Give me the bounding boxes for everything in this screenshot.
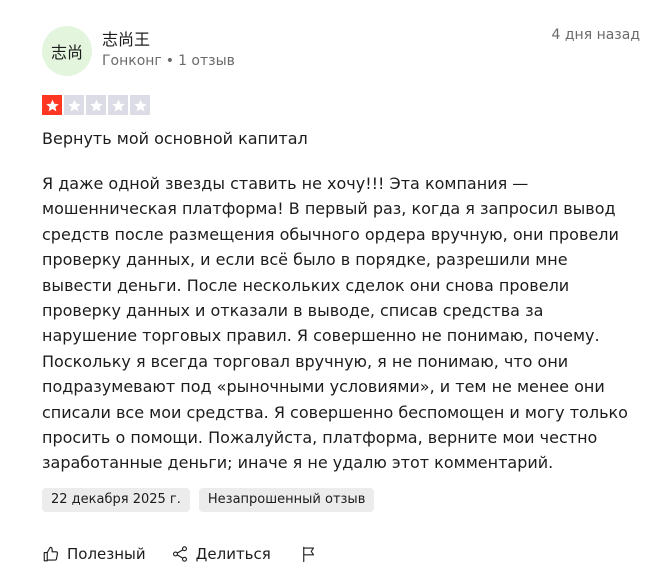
- report-button[interactable]: [300, 545, 325, 563]
- thumbs-up-icon: [42, 545, 60, 563]
- review-tags: 22 декабря 2025 г. Незапрошенный отзыв: [42, 488, 375, 512]
- star-empty-icon: [86, 95, 106, 115]
- avatar[interactable]: 志尚: [42, 26, 92, 76]
- reviewer-review-count: 1 отзыв: [178, 53, 235, 69]
- share-icon: [171, 545, 189, 563]
- share-button[interactable]: Делиться: [171, 545, 271, 563]
- star-rating: [42, 95, 150, 115]
- reviewer-meta: Гонконг • 1 отзыв: [102, 53, 235, 69]
- meta-separator: •: [165, 53, 175, 69]
- star-empty-icon: [108, 95, 128, 115]
- reviewer-name[interactable]: 志尚王: [102, 26, 150, 50]
- review-header: 志尚 志尚王 Гонконг • 1 отзыв 4 дня назад: [42, 24, 640, 80]
- review-actions: Полезный Делиться: [42, 545, 325, 563]
- star-empty-icon: [64, 95, 84, 115]
- flag-icon: [300, 545, 318, 563]
- avatar-initials: 志尚: [50, 43, 83, 62]
- share-label: Делиться: [195, 545, 271, 563]
- experience-date-badge: 22 декабря 2025 г.: [42, 488, 190, 512]
- review-title[interactable]: Вернуть мой основной капитал: [42, 129, 308, 148]
- star-empty-icon: [130, 95, 150, 115]
- review-date-ago: 4 дня назад: [551, 27, 641, 43]
- helpful-label: Полезный: [67, 545, 146, 563]
- review-card: 志尚 志尚王 Гонконг • 1 отзыв 4 дня назад Верну…: [0, 0, 662, 575]
- review-body: Я даже одной звезды ставить не хочу!!! Э…: [42, 174, 628, 473]
- reviewer-country: Гонконг: [102, 53, 162, 69]
- unprompted-review-badge[interactable]: Незапрошенный отзыв: [198, 488, 375, 512]
- helpful-button[interactable]: Полезный: [42, 545, 146, 563]
- star-filled-icon: [42, 95, 62, 115]
